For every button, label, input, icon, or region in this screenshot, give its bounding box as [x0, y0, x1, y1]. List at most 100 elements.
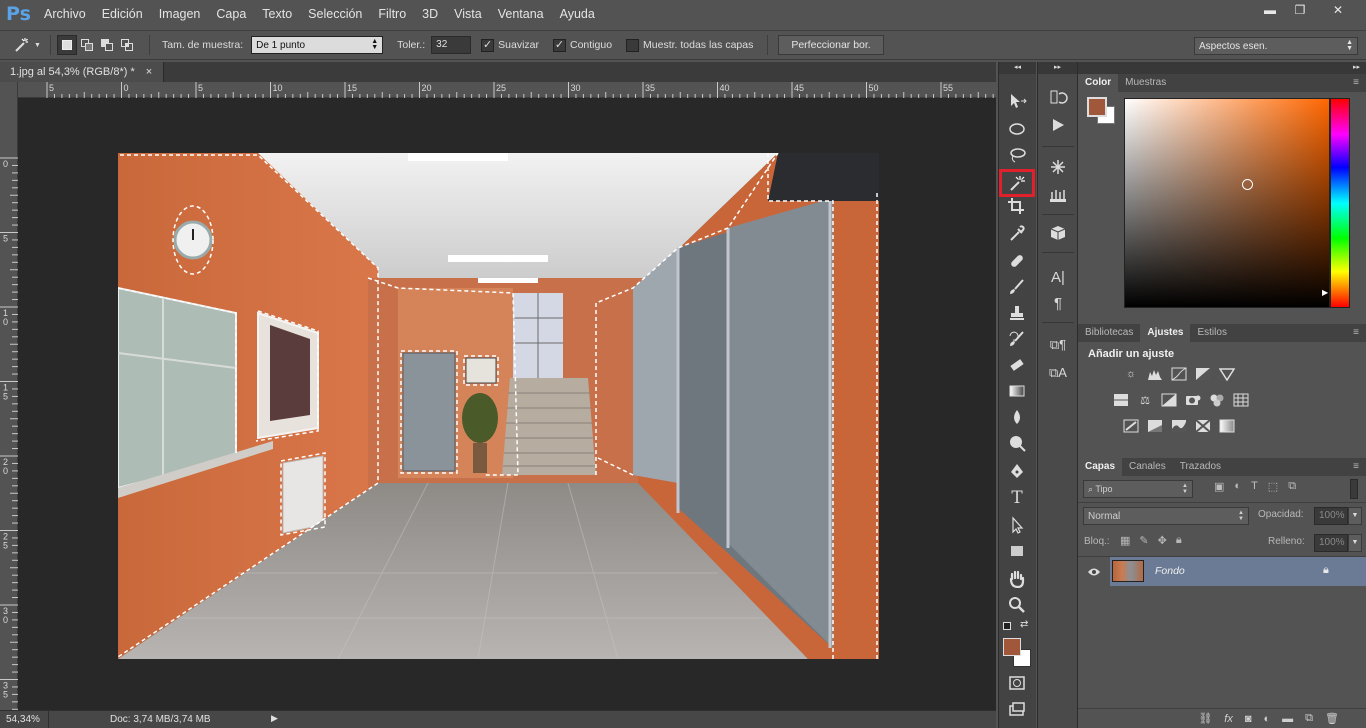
close-window-button[interactable]: ✕ [1316, 0, 1360, 20]
magic-wand-tool[interactable] [999, 169, 1035, 197]
menu-ventana[interactable]: Ventana [490, 0, 552, 28]
vertical-ruler[interactable]: 05101520253035 [0, 82, 18, 710]
paragraph-panel-button[interactable]: ¶ [1045, 292, 1071, 314]
panel-menu-icon[interactable]: ≡ [1346, 458, 1366, 476]
lock-transparent-icon[interactable]: ▦ [1120, 534, 1130, 547]
collapse-panels-icon[interactable]: ▸▸ [1078, 62, 1366, 74]
blur-tool[interactable] [1004, 406, 1030, 428]
levels-icon[interactable] [1146, 366, 1164, 382]
quick-mask-button[interactable] [1004, 672, 1030, 694]
restore-button[interactable]: ❐ [1286, 0, 1314, 20]
filter-adjustment-icon[interactable]: ◐ [1234, 480, 1241, 493]
gradient-tool[interactable] [1004, 380, 1030, 402]
menu-seleccion[interactable]: Selección [300, 0, 370, 28]
menu-edicion[interactable]: Edición [94, 0, 151, 28]
menu-texto[interactable]: Texto [254, 0, 300, 28]
color-balance-icon[interactable]: ⚖ [1136, 392, 1154, 408]
black-white-icon[interactable] [1160, 392, 1178, 408]
new-layer-icon[interactable]: ⧉ [1305, 712, 1313, 725]
layer-style-fx-icon[interactable]: fx [1224, 713, 1233, 725]
brightness-contrast-icon[interactable]: ☼ [1122, 366, 1140, 382]
layer-filter-dropdown[interactable]: ⌕ Tipo ▲ ▼ [1083, 480, 1193, 498]
menu-capa[interactable]: Capa [208, 0, 254, 28]
gradient-map-icon[interactable] [1218, 418, 1236, 434]
horizontal-ruler[interactable]: 5 0 5 10 15 20 25 30 35 40 45 50 55 [18, 82, 996, 98]
zoom-tool[interactable] [1004, 594, 1030, 616]
swap-colors-icon[interactable]: ⇄ [1020, 619, 1028, 630]
collapse-toolbar-icon[interactable]: ◂◂ [999, 62, 1036, 74]
brush-presets-panel-button[interactable] [1045, 184, 1071, 206]
paragraph-styles-panel-button[interactable]: ⧉¶ [1045, 334, 1071, 356]
brush-tool[interactable] [1004, 276, 1030, 298]
elliptical-marquee-tool[interactable] [1004, 118, 1030, 140]
vibrance-icon[interactable] [1218, 366, 1236, 382]
invert-icon[interactable] [1122, 418, 1140, 434]
new-group-icon[interactable]: ▬ [1282, 713, 1293, 725]
tab-paths[interactable]: Trazados [1173, 458, 1228, 476]
menu-archivo[interactable]: Archivo [36, 0, 94, 28]
tab-channels[interactable]: Canales [1122, 458, 1173, 476]
screen-mode-button[interactable] [1004, 698, 1030, 720]
channel-mixer-icon[interactable] [1208, 392, 1226, 408]
collapse-panels-icon[interactable]: ▸▸ [1038, 62, 1077, 74]
eraser-tool[interactable] [1004, 354, 1030, 376]
filter-smart-object-icon[interactable]: ⧉ [1288, 480, 1296, 493]
type-tool[interactable]: T [1004, 487, 1030, 509]
foreground-color-swatch[interactable] [1003, 638, 1021, 656]
workspace-dropdown[interactable]: Aspectos esen. ▲ ▼ [1194, 37, 1358, 55]
panel-menu-icon[interactable]: ≡ [1346, 324, 1366, 342]
close-tab-icon[interactable]: × [146, 66, 152, 78]
tab-styles[interactable]: Estilos [1190, 324, 1233, 342]
menu-3d[interactable]: 3D [414, 0, 446, 28]
fill-input[interactable]: 100% [1314, 534, 1348, 552]
history-panel-button[interactable] [1045, 86, 1071, 108]
new-selection-button[interactable] [57, 35, 77, 55]
add-mask-icon[interactable]: ◙ [1245, 713, 1252, 725]
tab-layers[interactable]: Capas [1078, 458, 1123, 476]
character-styles-panel-button[interactable]: ⧉A [1045, 362, 1071, 384]
healing-brush-tool[interactable] [1004, 250, 1030, 272]
panel-menu-icon[interactable]: ≡ [1346, 74, 1366, 92]
tool-preset-picker[interactable]: ▼ [10, 34, 44, 56]
tab-adjustments[interactable]: Ajustes [1140, 324, 1191, 342]
crop-tool[interactable] [1004, 195, 1030, 217]
posterize-icon[interactable] [1146, 418, 1164, 434]
eyedropper-tool[interactable] [1004, 222, 1030, 244]
blend-mode-dropdown[interactable]: Normal ▲ ▼ [1083, 507, 1249, 525]
document-tab[interactable]: 1.jpg al 54,3% (RGB/8*) * × [0, 62, 164, 82]
threshold-icon[interactable] [1170, 418, 1188, 434]
zoom-level[interactable]: 54,34% [6, 714, 40, 725]
sample-all-layers-checkbox[interactable] [626, 38, 640, 52]
hue-slider[interactable] [1330, 98, 1350, 308]
delete-layer-icon[interactable]: 🗑︎ [1325, 712, 1339, 725]
pen-tool[interactable] [1004, 460, 1030, 482]
tolerance-input[interactable]: 32 [431, 36, 472, 54]
layer-thumbnail[interactable] [1112, 560, 1144, 582]
filter-toggle[interactable] [1350, 479, 1358, 499]
color-lookup-icon[interactable] [1232, 392, 1250, 408]
link-layers-icon[interactable]: ⛓ [1198, 712, 1212, 725]
subtract-selection-button[interactable] [97, 35, 117, 55]
selective-color-icon[interactable] [1194, 418, 1212, 434]
menu-filtro[interactable]: Filtro [370, 0, 414, 28]
layer-visibility-toggle[interactable] [1078, 557, 1109, 586]
color-picker-cursor[interactable] [1242, 179, 1253, 190]
antialias-checkbox[interactable]: ✓ [481, 38, 495, 52]
status-menu-arrow-icon[interactable]: ▶ [271, 713, 278, 724]
brushes-panel-button[interactable] [1045, 156, 1071, 178]
lock-all-icon[interactable]: 🔒︎ [1176, 534, 1182, 547]
menu-imagen[interactable]: Imagen [151, 0, 209, 28]
tab-color[interactable]: Color [1078, 74, 1119, 92]
contiguous-option[interactable]: ✓ Contiguo [553, 38, 612, 52]
filter-pixel-icon[interactable]: ▣ [1214, 480, 1224, 493]
layer-name[interactable]: Fondo [1155, 565, 1185, 577]
tab-swatches[interactable]: Muestras [1118, 74, 1173, 92]
add-selection-button[interactable] [77, 35, 97, 55]
clone-stamp-tool[interactable] [1004, 302, 1030, 324]
history-brush-tool[interactable] [1004, 328, 1030, 350]
actions-panel-button[interactable] [1045, 114, 1071, 136]
curves-icon[interactable] [1170, 366, 1188, 382]
3d-panel-button[interactable] [1045, 222, 1071, 244]
hue-saturation-icon[interactable] [1112, 392, 1130, 408]
color-field[interactable] [1124, 98, 1330, 308]
